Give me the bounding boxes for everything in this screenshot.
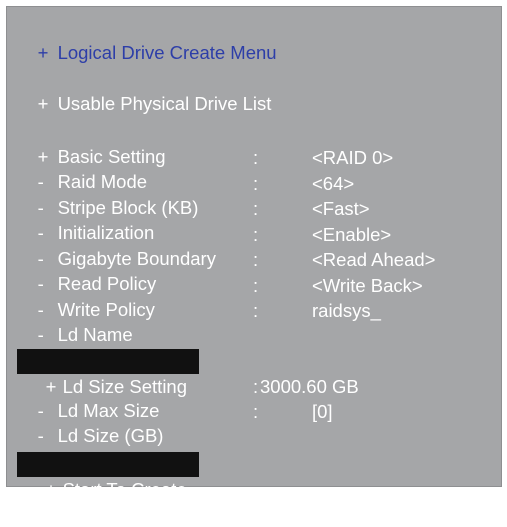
setting-ld-max-size: - Ld Max Size :3000.60 GB xyxy=(37,376,359,421)
setting-raid-mode[interactable]: - Raid Mode : <RAID 0> xyxy=(17,146,394,192)
setting-gigabyte-boundary[interactable]: - Gigabyte Boundary : <Enable> xyxy=(17,223,392,269)
usable-physical-drive-list[interactable]: + Usable Physical Drive List xyxy=(17,68,272,114)
basic-setting-header[interactable]: + Basic Setting xyxy=(17,121,166,167)
setting-write-policy[interactable]: - Write Policy : <Write Back> xyxy=(17,274,423,320)
ld-size-setting-header[interactable]: + Ld Size Setting xyxy=(17,349,200,397)
bios-menu-screen: + Logical Drive Create Menu + Usable Physi… xyxy=(6,6,502,500)
setting-initialization[interactable]: - Initialization : <Fast> xyxy=(17,197,370,243)
start-to-create-button[interactable]: + Start To Create xyxy=(17,452,199,500)
setting-read-policy[interactable]: - Read Policy : <Read Ahead> xyxy=(17,248,436,294)
setting-ld-size[interactable]: - Ld Size (GB) : [0] xyxy=(17,400,333,446)
menu-title: + Logical Drive Create Menu xyxy=(37,42,277,63)
setting-stripe-block[interactable]: - Stripe Block (KB) : <64> xyxy=(17,172,355,218)
setting-ld-name[interactable]: - Ld Name : raidsys_ xyxy=(17,299,381,345)
